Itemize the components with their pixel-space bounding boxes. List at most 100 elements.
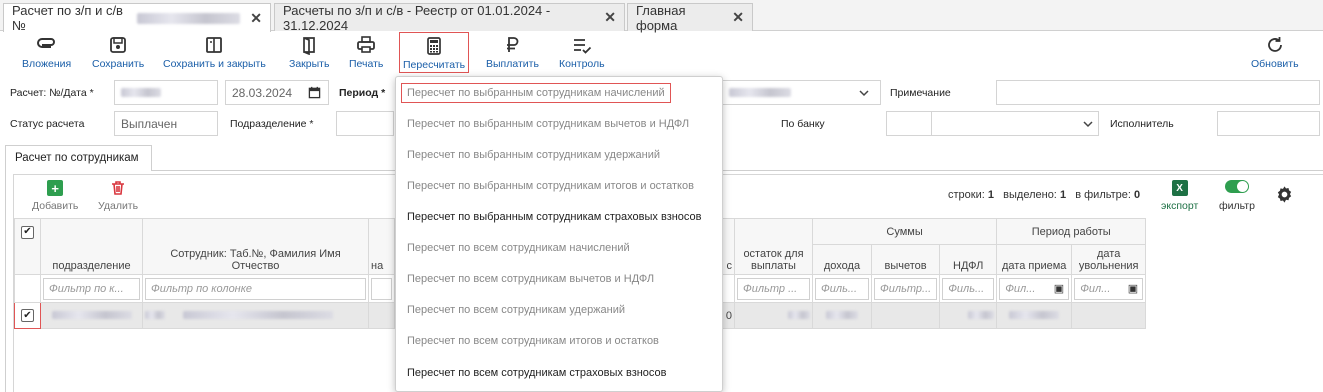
recalculate-menu: Пересчет по выбранным сотрудникам начисл… [395,76,723,392]
menu-item-all-insurance[interactable]: Пересчет по всем сотрудникам страховых в… [407,367,667,379]
status-field: Выплачен [114,111,218,136]
calendar-icon[interactable]: ▣ [1054,282,1064,295]
button-label: Пересчитать [403,59,466,71]
filter-cell: Филь... [812,274,872,303]
filter-cell: Фильтр по колонке [142,274,369,303]
division-field[interactable] [336,111,394,136]
save-close-button[interactable]: Сохранить и закрыть [163,35,266,70]
header-select-all[interactable]: ✔ [14,218,41,275]
checklist-icon [573,39,591,54]
tab-registry[interactable]: Расчеты по з/п и с/в - Реестр от 01.01.2… [274,3,625,33]
tab-employees[interactable]: Расчет по сотрудникам [5,145,152,171]
paperclip-icon [36,38,55,48]
close-icon[interactable]: ✕ [250,10,262,27]
button-label: экспорт [1161,200,1199,212]
bank-select[interactable] [931,111,1099,136]
pay-button[interactable]: Выплатить [486,35,539,70]
add-button[interactable]: + Добавить [32,180,78,212]
col-employee[interactable]: Сотрудник: Таб.№, Фамилия Имя Отчество [142,218,369,275]
filter-cell: Фильтр по к... [40,274,143,303]
filter-deductions-input[interactable]: Фильтр... [874,278,938,300]
filtered-label: в фильтре: [1075,189,1131,201]
col-deductions[interactable]: вычетов [870,244,941,275]
gear-icon[interactable] [1275,185,1294,204]
filter-toggle[interactable]: фильтр [1219,180,1255,212]
row-select-cell[interactable]: ✔ [14,302,41,329]
filter-remainder-input[interactable]: Фильтр ... [737,278,810,300]
redacted-value [183,310,334,319]
trash-icon [112,181,125,195]
col-income[interactable]: дохода [812,244,872,275]
button-label: Контроль [559,58,605,70]
filter-division-input[interactable]: Фильтр по к... [43,278,140,300]
recalculate-button[interactable]: Пересчитать [399,32,470,73]
close-icon[interactable]: ✕ [604,9,616,26]
redacted-value [145,310,165,319]
close-button[interactable]: Закрыть [289,35,329,70]
bank-label: По банку [781,118,825,130]
filter-employee-input[interactable]: Фильтр по колонке [145,278,366,300]
menu-item-all-totals[interactable]: Пересчет по всем сотрудникам итогов и ос… [407,335,659,347]
menu-item-all-withholdings[interactable]: Пересчет по всем сотрудникам удержаний [407,304,625,316]
filter-ndfl-input[interactable]: Филь... [942,278,995,300]
calendar-icon[interactable]: ▣ [1128,282,1138,295]
button-label: Закрыть [289,58,330,70]
col-remainder[interactable]: остаток для выплаты [734,218,813,275]
tab-main-form[interactable]: Главная форма ✕ [627,3,753,33]
control-button[interactable]: Контроль [559,35,605,70]
select-all-checkbox[interactable]: ✔ [21,225,34,239]
export-button[interactable]: X экспорт [1161,180,1198,212]
cell-division [40,302,143,329]
ruble-icon [507,37,519,52]
calc-number-field[interactable] [114,80,218,105]
group-work-period: Период работы [996,218,1147,245]
refresh-button[interactable]: Обновить [1251,35,1299,70]
filter-partial-input[interactable] [371,278,392,300]
printer-icon [357,36,376,53]
filter-cell: Фильтр ... [734,274,813,303]
menu-item-selected-insurance[interactable]: Пересчет по выбранным сотрудникам страхо… [407,211,702,223]
redacted-value [1009,310,1060,319]
col-ndfl[interactable]: НДФЛ [939,244,998,275]
calc-date-field[interactable]: 28.03.2024 [225,80,329,105]
executor-field[interactable] [1217,111,1320,136]
toggle-switch[interactable] [1224,180,1249,193]
col-division[interactable]: подразделение [40,218,143,275]
menu-item-selected-accruals[interactable]: Пересчет по выбранным сотрудникам начисл… [401,83,671,103]
col-dismissal-date[interactable]: дата увольнения [1071,244,1147,275]
menu-item-selected-deductions-ndfl[interactable]: Пересчет по выбранным сотрудникам вычето… [407,118,689,130]
close-icon[interactable]: ✕ [732,9,744,26]
calc-number-label: Расчет: №/Дата * [10,87,94,99]
delete-button[interactable]: Удалить [98,180,138,212]
attachments-button[interactable]: Вложения [22,35,71,70]
row-checkbox[interactable]: ✔ [21,309,34,323]
door-icon [303,37,316,55]
filter-cell: Филь... [939,274,998,303]
status-label: Статус расчета [10,118,85,130]
filter-placeholder: Фил... [1005,283,1036,295]
filter-hire-input[interactable]: Фил... ▣ [999,278,1070,300]
chevron-down-icon[interactable] [1083,119,1093,129]
button-label: Вложения [22,58,72,70]
bank-code-field[interactable] [886,111,932,136]
col-hire-date[interactable]: дата приема [996,244,1073,275]
button-label: Сохранить и закрыть [163,58,266,70]
button-label: Обновить [1251,58,1299,70]
filter-income-input[interactable]: Филь... [815,278,869,300]
cell-ndfl [939,302,998,329]
menu-item-all-deductions-ndfl[interactable]: Пересчет по всем сотрудникам вычетов и Н… [407,273,654,285]
menu-item-all-accruals[interactable]: Пересчет по всем сотрудникам начислений [407,242,630,254]
col-partial[interactable]: на [368,218,395,275]
tab-calculation[interactable]: Расчет по з/п и с/в № ✕ [3,3,271,33]
calculator-icon [427,37,441,55]
save-button[interactable]: Сохранить [92,35,144,70]
menu-item-selected-withholdings[interactable]: Пересчет по выбранным сотрудникам удержа… [407,149,660,161]
calendar-icon[interactable] [308,86,321,99]
menu-item-selected-totals[interactable]: Пересчет по выбранным сотрудникам итогов… [407,180,694,192]
note-field[interactable] [996,80,1320,105]
cell-income [812,302,872,329]
print-button[interactable]: Печать [349,35,383,70]
filter-dismissal-input[interactable]: Фил... ▣ [1074,278,1144,300]
chevron-down-icon[interactable] [859,88,869,98]
period-select[interactable] [723,80,881,105]
